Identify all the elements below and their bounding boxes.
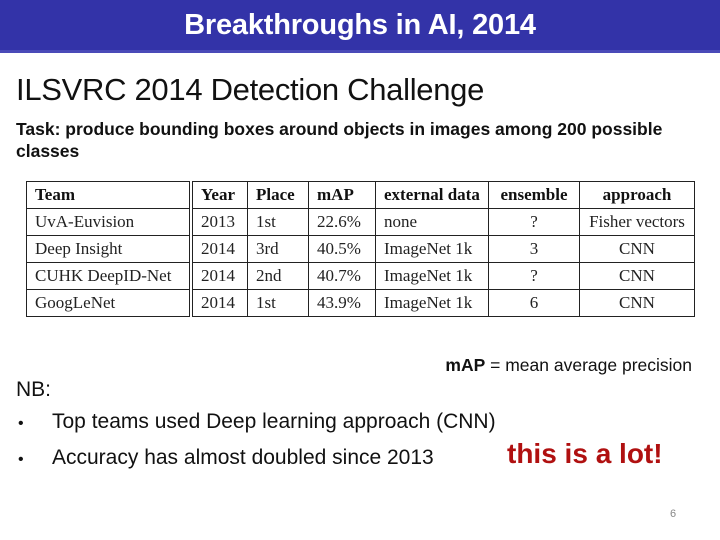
cell-map: 40.5% — [308, 235, 376, 263]
cell-external-data: ImageNet 1k — [375, 262, 489, 290]
cell-team: UvA-Euvision — [26, 208, 193, 236]
slide-subtitle: ILSVRC 2014 Detection Challenge — [16, 72, 485, 107]
map-definition-text: = mean average precision — [485, 355, 692, 375]
table-header-row: Team Year Place mAP external data ensemb… — [26, 181, 695, 209]
header-year: Year — [190, 181, 248, 209]
cell-year: 2014 — [190, 235, 248, 263]
table-row: UvA-Euvision 2013 1st 22.6% none ? Fishe… — [26, 208, 695, 236]
table-row: CUHK DeepID-Net 2014 2nd 40.7% ImageNet … — [26, 262, 695, 290]
map-term: mAP — [445, 355, 486, 375]
cell-place: 3rd — [247, 235, 309, 263]
list-item: • Top teams used Deep learning approach … — [16, 404, 496, 440]
header-external-data: external data — [375, 181, 489, 209]
page-number: 6 — [670, 508, 677, 520]
cell-ensemble: 3 — [488, 235, 580, 263]
cell-place: 1st — [247, 289, 309, 317]
bullet-text: Top teams used Deep learning approach (C… — [52, 410, 496, 433]
cell-approach: CNN — [579, 262, 695, 290]
cell-place: 1st — [247, 208, 309, 236]
header-ensemble: ensemble — [488, 181, 580, 209]
header-place: Place — [247, 181, 309, 209]
cell-year: 2013 — [190, 208, 248, 236]
header-map: mAP — [308, 181, 376, 209]
cell-map: 43.9% — [308, 289, 376, 317]
cell-external-data: ImageNet 1k — [375, 289, 489, 317]
cell-ensemble: ? — [488, 262, 580, 290]
cell-map: 40.7% — [308, 262, 376, 290]
cell-external-data: ImageNet 1k — [375, 235, 489, 263]
task-description: Task: produce bounding boxes around obje… — [16, 119, 663, 161]
title-bar: Breakthroughs in AI, 2014 — [0, 0, 720, 53]
cell-map: 22.6% — [308, 208, 376, 236]
cell-ensemble: ? — [488, 208, 580, 236]
cell-team: CUHK DeepID-Net — [26, 262, 193, 290]
map-definition: mAP = mean average precision — [445, 355, 692, 376]
emphasis-callout: this is a lot! — [507, 438, 663, 469]
table-row: Deep Insight 2014 3rd 40.5% ImageNet 1k … — [26, 235, 695, 263]
list-item: • Accuracy has almost doubled since 2013 — [16, 440, 496, 476]
cell-external-data: none — [375, 208, 489, 236]
cell-approach: CNN — [579, 289, 695, 317]
table-row: GoogLeNet 2014 1st 43.9% ImageNet 1k 6 C… — [26, 289, 695, 317]
cell-approach: Fisher vectors — [579, 208, 695, 236]
cell-approach: CNN — [579, 235, 695, 263]
bullet-icon: • — [18, 451, 24, 468]
bullet-text: Accuracy has almost doubled since 2013 — [52, 446, 434, 469]
cell-team: Deep Insight — [26, 235, 193, 263]
bullet-list: • Top teams used Deep learning approach … — [16, 404, 496, 476]
cell-place: 2nd — [247, 262, 309, 290]
nb-label: NB: — [16, 378, 52, 401]
cell-team: GoogLeNet — [26, 289, 193, 317]
slide-title: Breakthroughs in AI, 2014 — [184, 8, 536, 41]
results-table: Team Year Place mAP external data ensemb… — [26, 181, 695, 317]
header-team: Team — [26, 181, 193, 209]
bullet-icon: • — [18, 415, 24, 432]
cell-year: 2014 — [190, 262, 248, 290]
cell-year: 2014 — [190, 289, 248, 317]
header-approach: approach — [579, 181, 695, 209]
cell-ensemble: 6 — [488, 289, 580, 317]
